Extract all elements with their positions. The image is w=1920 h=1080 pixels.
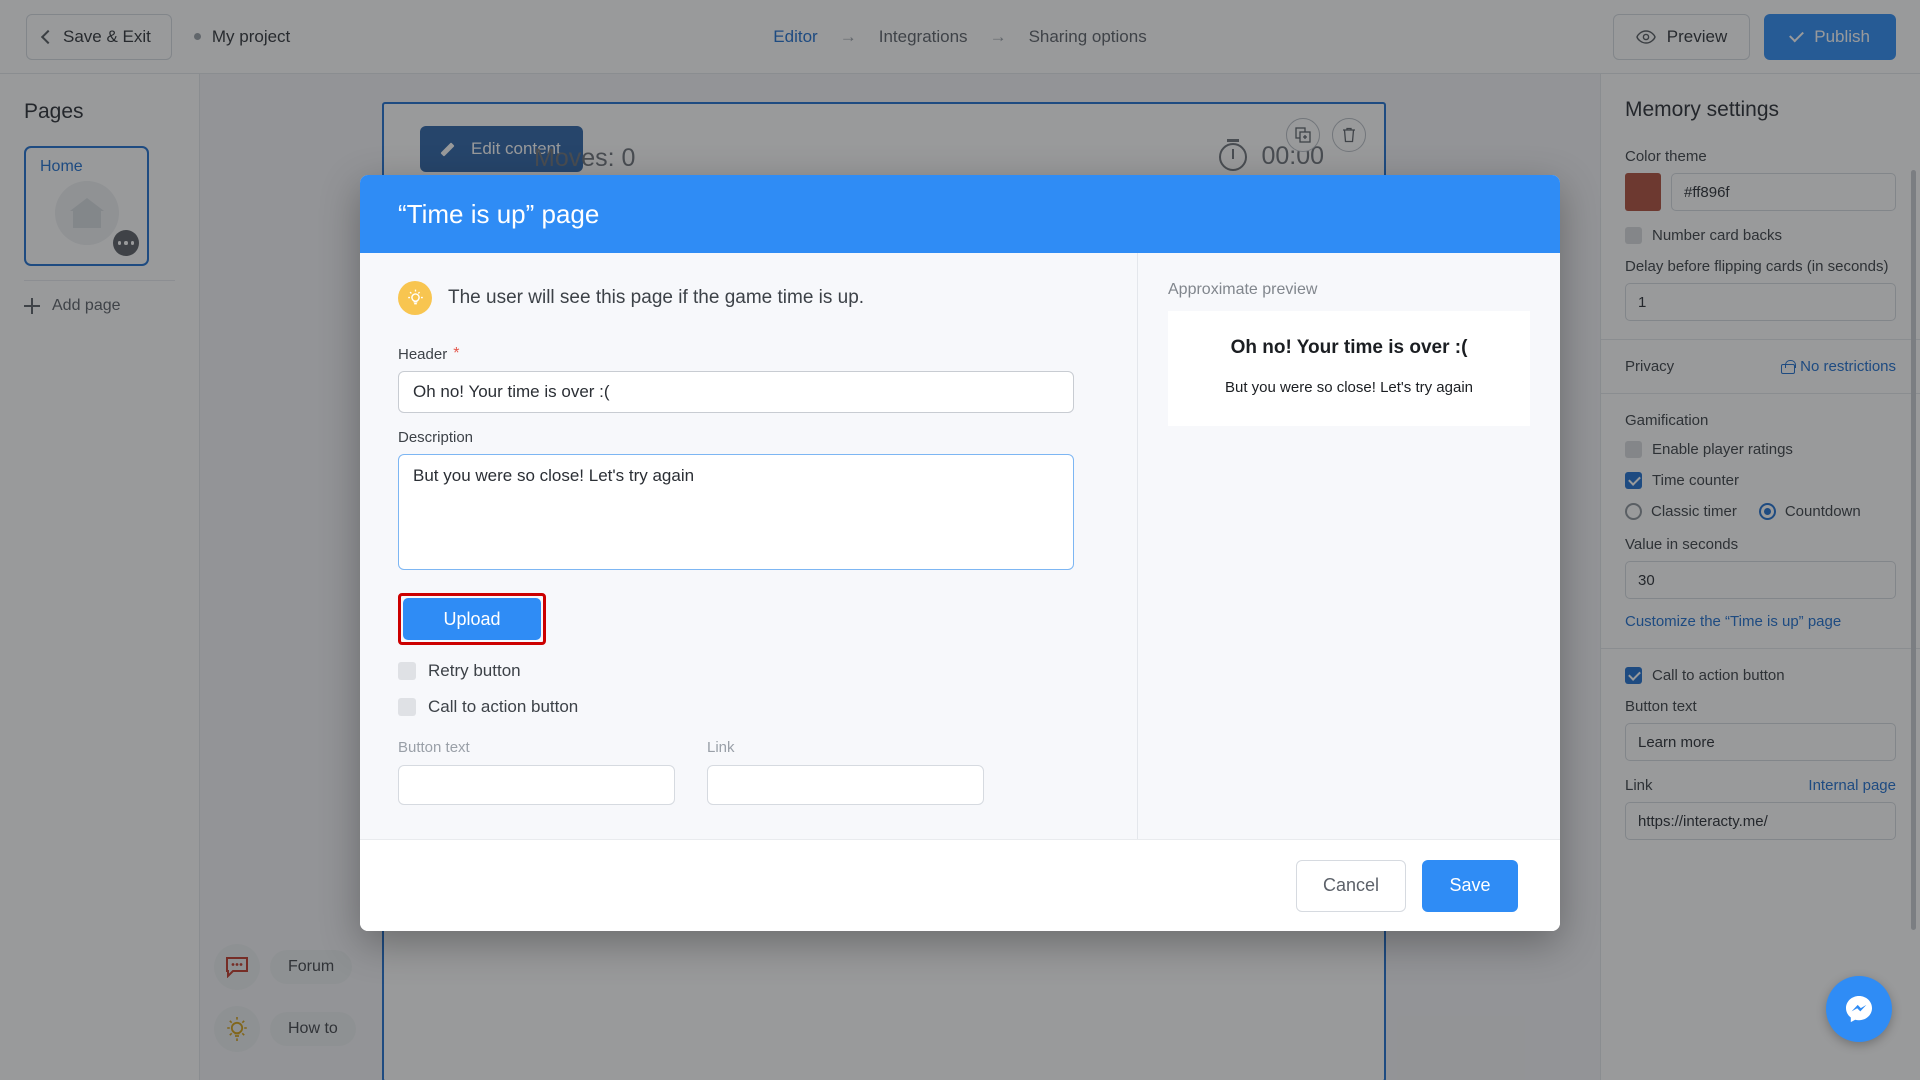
upload-highlight-box: Upload xyxy=(398,593,546,645)
preview-header-text: Oh no! Your time is over :( xyxy=(1230,337,1468,358)
modal-title: “Time is up” page xyxy=(398,198,600,229)
hint-lightbulb-icon xyxy=(398,281,432,315)
header-input[interactable] xyxy=(398,371,1074,413)
messenger-chat-button[interactable] xyxy=(1826,976,1892,1042)
modal-button-text-label: Button text xyxy=(398,739,470,756)
header-label-text: Header xyxy=(398,345,448,363)
modal-header: “Time is up” page xyxy=(360,175,1560,253)
modal-hint: The user will see this page if the game … xyxy=(398,281,1099,315)
modal-cta-label: Call to action button xyxy=(428,697,579,716)
modal-link-group: Link xyxy=(707,739,984,805)
modal-cta-checkbox[interactable] xyxy=(398,698,416,716)
description-textarea[interactable]: But you were so close! Let's try again xyxy=(398,454,1074,570)
time-is-up-modal: “Time is up” page The user will see this… xyxy=(360,175,1560,931)
description-label-text: Description xyxy=(398,429,474,446)
modal-button-text-input[interactable] xyxy=(398,765,675,805)
preview-description-text: But you were so close! Let's try again xyxy=(1225,379,1473,396)
description-field-label: Description xyxy=(398,429,1099,446)
modal-preview-pane: Approximate preview Oh no! Your time is … xyxy=(1138,253,1560,839)
preview-card: Oh no! Your time is over :( But you were… xyxy=(1168,311,1530,426)
preview-caption: Approximate preview xyxy=(1168,281,1318,298)
retry-button-row[interactable]: Retry button xyxy=(398,661,1099,681)
required-asterisk: * xyxy=(453,345,460,362)
lightbulb-glyph xyxy=(407,289,423,304)
cta-fields-row: Button text Link xyxy=(398,739,1099,805)
save-button[interactable]: Save xyxy=(1422,859,1518,912)
retry-button-checkbox[interactable] xyxy=(398,662,416,680)
retry-button-label: Retry button xyxy=(428,661,521,680)
modal-link-label: Link xyxy=(707,739,735,756)
header-field-label: Header * xyxy=(398,345,1099,363)
modal-hint-text: The user will see this page if the game … xyxy=(448,287,865,308)
cancel-button[interactable]: Cancel xyxy=(1296,859,1406,912)
messenger-icon xyxy=(1846,996,1872,1023)
modal-button-text-group: Button text xyxy=(398,739,675,805)
modal-form: The user will see this page if the game … xyxy=(360,253,1138,839)
app-root: Save & Exit My project Editor → Integrat… xyxy=(0,0,1920,1080)
upload-button[interactable]: Upload xyxy=(403,598,541,640)
modal-footer: Cancel Save xyxy=(360,839,1560,931)
modal-body: The user will see this page if the game … xyxy=(360,253,1560,839)
modal-link-input[interactable] xyxy=(707,765,984,805)
modal-cta-row[interactable]: Call to action button xyxy=(398,697,1099,717)
